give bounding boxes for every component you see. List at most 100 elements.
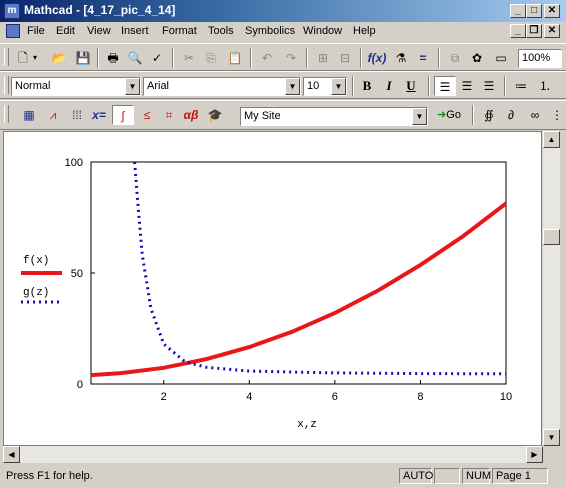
style-select[interactable]: Normal ▼ (11, 77, 141, 96)
new-dropdown-icon[interactable]: ▾ (30, 48, 40, 68)
cut-icon[interactable]: ✂ (178, 48, 200, 68)
y-tick-label: 50 (71, 268, 83, 280)
go-label: Go (446, 109, 461, 121)
scroll-up-button[interactable]: ▲ (543, 131, 560, 148)
programming-toolbar-icon[interactable]: ⌗ (158, 105, 180, 125)
x-tick-label: 10 (500, 391, 512, 403)
font-size-select[interactable]: 10 ▼ (303, 77, 347, 96)
calculator-toolbar-icon[interactable]: ▦ (18, 105, 40, 125)
copy-icon[interactable]: ⎘ (200, 48, 222, 68)
menu-edit[interactable]: Edit (56, 25, 75, 37)
menu-format[interactable]: Format (162, 25, 197, 37)
menu-help[interactable]: Help (353, 25, 376, 37)
status-page: Page 1 (492, 468, 548, 484)
status-blank (434, 468, 460, 484)
vertical-scroll-thumb[interactable] (543, 229, 560, 245)
scroll-left-button[interactable]: ◀ (3, 446, 20, 463)
bold-button[interactable]: B (356, 76, 378, 96)
align-right-icon[interactable]: ☰ (478, 76, 500, 96)
separator (504, 76, 506, 96)
numbered-list-icon[interactable]: ⒈ (534, 76, 556, 96)
resource-center-icon[interactable]: ✿ (466, 48, 488, 68)
menu-file[interactable]: File (27, 25, 45, 37)
chevron-down-icon[interactable]: ▼ (412, 108, 427, 125)
menu-window[interactable]: Window (303, 25, 342, 37)
separator (360, 48, 362, 68)
symbolic-toolbar-icon[interactable]: 🎓 (204, 105, 226, 125)
menu-insert[interactable]: Insert (121, 25, 149, 37)
doc-minimize-button[interactable]: _ (510, 24, 526, 38)
open-folder-icon[interactable]: 📂 (48, 48, 70, 68)
status-help-text: Press F1 for help. (6, 470, 93, 482)
align-left-icon[interactable]: ☰ (434, 76, 456, 96)
print-preview-icon[interactable]: 🔍 (124, 48, 146, 68)
italic-button[interactable]: I (378, 76, 400, 96)
calculate-icon[interactable]: = (412, 48, 434, 68)
menu-tools[interactable]: Tools (208, 25, 234, 37)
plot-region[interactable]: 0 50 100 2 4 6 8 10 x,z f(x) g(z) (4, 132, 541, 445)
zoom-select[interactable]: 100% (518, 49, 562, 68)
y-tick-label: 100 (65, 157, 83, 169)
infinity-icon[interactable]: ∞ (524, 105, 546, 125)
title-bar: m Mathcad - [4_17_pic_4_14] _ □ ✕ (0, 0, 566, 22)
go-button[interactable]: ➜Go (432, 105, 466, 125)
greek-toolbar-icon[interactable]: αβ (180, 105, 202, 125)
matrix-toolbar-icon[interactable]: ⁞⁞⁞ (66, 105, 88, 125)
insert-function-icon[interactable]: f(x) (366, 48, 388, 68)
bullet-list-icon[interactable]: ≔ (510, 76, 532, 96)
limit-icon[interactable]: ∯ (478, 105, 500, 125)
font-select[interactable]: Arial ▼ (143, 77, 301, 96)
font-value: Arial (147, 80, 170, 92)
underline-button[interactable]: U (400, 76, 422, 96)
worksheet[interactable]: 0 50 100 2 4 6 8 10 x,z f(x) g(z) (3, 131, 542, 446)
more-icon[interactable]: ⋮ (546, 105, 566, 125)
align-across-icon[interactable]: ⊞ (312, 48, 334, 68)
menu-view[interactable]: View (87, 25, 111, 37)
legend-label-f: f(x) (23, 255, 49, 267)
toolbar-grip (4, 48, 9, 66)
evaluation-toolbar-icon[interactable]: x= (88, 105, 110, 125)
y-tick-labels: 0 50 100 (65, 157, 95, 391)
mathcad-app-icon[interactable]: m (4, 3, 20, 19)
hyperlink-icon[interactable]: ▭ (490, 48, 512, 68)
menu-symbolics[interactable]: Symbolics (245, 25, 295, 37)
vertical-scrollbar[interactable]: ▲ ▼ (543, 131, 560, 446)
go-arrow-icon: ➜ (437, 109, 447, 121)
paste-icon[interactable]: 📋 (224, 48, 246, 68)
align-down-icon[interactable]: ⊟ (334, 48, 356, 68)
chevron-down-icon[interactable]: ▼ (125, 78, 140, 95)
boolean-toolbar-icon[interactable]: ≤ (136, 105, 158, 125)
site-select[interactable]: My Site ▼ (240, 107, 428, 126)
series-f-line (91, 200, 506, 378)
chevron-down-icon[interactable]: ▼ (285, 78, 300, 95)
scroll-right-button[interactable]: ▶ (526, 446, 543, 463)
undo-icon[interactable]: ↶ (256, 48, 278, 68)
separator (352, 76, 354, 96)
separator (172, 48, 174, 68)
close-button[interactable]: ✕ (544, 4, 560, 18)
scroll-down-button[interactable]: ▼ (543, 429, 560, 446)
doc-restore-button[interactable]: ❐ (526, 24, 542, 38)
graph-toolbar-icon[interactable]: ⩘ (42, 105, 64, 125)
print-icon[interactable]: 🖶 (102, 48, 124, 68)
align-center-icon[interactable]: ☰ (456, 76, 478, 96)
style-value: Normal (15, 80, 51, 92)
spell-check-icon[interactable]: ✓ (146, 48, 168, 68)
doc-close-button[interactable]: ✕ (544, 24, 560, 38)
window-title: Mathcad - [4_17_pic_4_14] (24, 3, 176, 17)
chevron-down-icon[interactable]: ▼ (331, 78, 346, 95)
minimize-button[interactable]: _ (510, 4, 526, 18)
horizontal-scrollbar[interactable]: ◀ ▶ (3, 446, 543, 463)
redo-icon[interactable]: ↷ (280, 48, 302, 68)
formatting-toolbar: Normal ▼ Arial ▼ 10 ▼ B I U ☰ ☰ ☰ ≔ ⒈ (0, 71, 566, 99)
nth-derivative-icon[interactable]: ∂ (500, 105, 522, 125)
component-icon[interactable]: ⧉ (444, 48, 466, 68)
math-toolbar: ▦ ⩘ ⁞⁞⁞ x= ∫ ≤ ⌗ αβ 🎓 My Site ▼ ➜Go ∯ ∂ … (0, 100, 566, 130)
zoom-value: 100% (522, 52, 551, 64)
calculus-toolbar-icon[interactable]: ∫ (112, 105, 134, 125)
toolbar-grip (4, 105, 9, 123)
insert-unit-icon[interactable]: ⚗ (390, 48, 412, 68)
maximize-button[interactable]: □ (526, 4, 542, 18)
save-icon[interactable]: 💾 (72, 48, 94, 68)
document-icon[interactable] (6, 24, 20, 38)
